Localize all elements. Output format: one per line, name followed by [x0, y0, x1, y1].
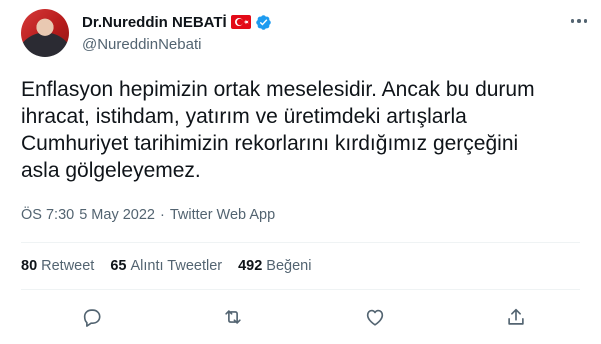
likes-stat[interactable]: 492 Beğeni [238, 258, 311, 274]
tweet-date[interactable]: 5 May 2022 [79, 207, 155, 223]
divider [21, 242, 580, 243]
verified-badge-icon [255, 14, 272, 31]
retweets-label: Retweet [41, 258, 95, 274]
tweet-time[interactable]: ÖS 7:30 [21, 207, 74, 223]
author-handle[interactable]: @NureddinNebati [82, 36, 201, 53]
avatar[interactable] [21, 9, 69, 57]
quotes-stat[interactable]: 65 Alıntı Tweetler [110, 258, 222, 274]
author-name-row: Dr.Nureddin NEBATİ [82, 12, 272, 32]
divider [21, 289, 580, 290]
tweet-text: Enflasyon hepimizin ortak meselesidir. A… [21, 78, 535, 182]
share-icon[interactable] [505, 306, 529, 330]
quotes-count: 65 [110, 258, 127, 274]
author-name[interactable]: Dr.Nureddin NEBATİ [82, 14, 227, 31]
reply-icon[interactable] [81, 306, 105, 330]
more-options-icon[interactable] [568, 14, 590, 28]
likes-label: Beğeni [266, 258, 312, 274]
retweets-stat[interactable]: 80 Retweet [21, 258, 94, 274]
quotes-label: Alıntı Tweetler [130, 258, 223, 274]
likes-count: 492 [238, 258, 263, 274]
meta-separator: · [159, 207, 165, 223]
retweets-count: 80 [21, 258, 38, 274]
retweet-icon[interactable] [222, 306, 246, 330]
tweet-card: Dr.Nureddin NEBATİ @NureddinNebati Enfla… [0, 0, 601, 344]
action-bar [0, 301, 601, 335]
like-icon[interactable] [364, 306, 388, 330]
tweet-stats: 80 Retweet 65 Alıntı Tweetler 492 Beğeni [21, 258, 311, 274]
turkey-flag-icon [230, 15, 251, 29]
tweet-meta: ÖS 7:30 5 May 2022 · Twitter Web App [21, 207, 275, 223]
tweet-source[interactable]: Twitter Web App [170, 207, 275, 223]
